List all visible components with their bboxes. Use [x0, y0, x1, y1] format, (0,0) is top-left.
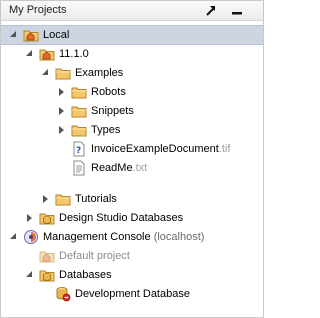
database-folder-icon [39, 267, 55, 283]
tree-item-label: Snippets [91, 105, 134, 117]
pin-arrow-icon[interactable] [203, 1, 219, 20]
expanded-arrow-icon[interactable] [23, 266, 35, 284]
folder-house-icon [39, 46, 55, 62]
expanded-arrow-icon[interactable] [39, 64, 51, 82]
collapsed-arrow-icon[interactable] [55, 102, 67, 120]
tree-item-local[interactable]: Local [1, 25, 263, 45]
tree-item-label: Default project [59, 250, 130, 262]
folder-house-icon [23, 27, 39, 43]
unknown-file-icon: ? [71, 141, 87, 157]
database-folder-icon [39, 210, 55, 226]
file-extension: .txt [132, 162, 148, 174]
collapsed-arrow-icon[interactable] [55, 83, 67, 101]
expanded-arrow-icon[interactable] [7, 26, 19, 44]
panel-header: My Projects [1, 1, 263, 21]
folder-icon [71, 122, 87, 138]
collapsed-arrow-icon[interactable] [55, 121, 67, 139]
expanded-arrow-icon[interactable] [7, 228, 19, 246]
folder-icon [71, 103, 87, 119]
text-file-icon [71, 160, 87, 176]
management-console-icon [23, 229, 39, 245]
tree-item-label: ReadMe.txt [91, 162, 148, 174]
database-error-icon [55, 286, 71, 302]
tree-item-label: InvoiceExampleDocument.tif [91, 143, 231, 155]
tree-item-label: Examples [75, 67, 124, 79]
collapsed-arrow-icon[interactable] [23, 209, 35, 227]
folder-house-disabled-icon [39, 248, 55, 264]
folder-icon [55, 191, 71, 207]
folder-icon [55, 65, 71, 81]
minimize-icon[interactable] [229, 1, 245, 20]
expanded-arrow-icon[interactable] [23, 45, 35, 63]
tree-item-label: Development Database [75, 288, 190, 300]
tree-item-label: Robots [91, 86, 126, 98]
tree-item-label: Databases [59, 269, 112, 281]
collapsed-arrow-icon[interactable] [39, 190, 51, 208]
panel-title: My Projects [9, 4, 67, 16]
svg-text:?: ? [76, 146, 81, 156]
host-label: (localhost) [153, 231, 205, 243]
tree-item-label: Management Console (localhost) [43, 231, 205, 243]
file-extension: .tif [218, 143, 231, 155]
my-projects-panel: My Projects Local 11.1.0 Examples Robots… [0, 0, 264, 318]
folder-icon [71, 84, 87, 100]
tree-item-label: Local [43, 29, 70, 41]
tree-item-label: Types [91, 124, 121, 136]
tree-item-label: Tutorials [75, 193, 117, 205]
tree-item-label: Design Studio Databases [59, 212, 184, 224]
tree-item-label: 11.1.0 [59, 48, 89, 60]
